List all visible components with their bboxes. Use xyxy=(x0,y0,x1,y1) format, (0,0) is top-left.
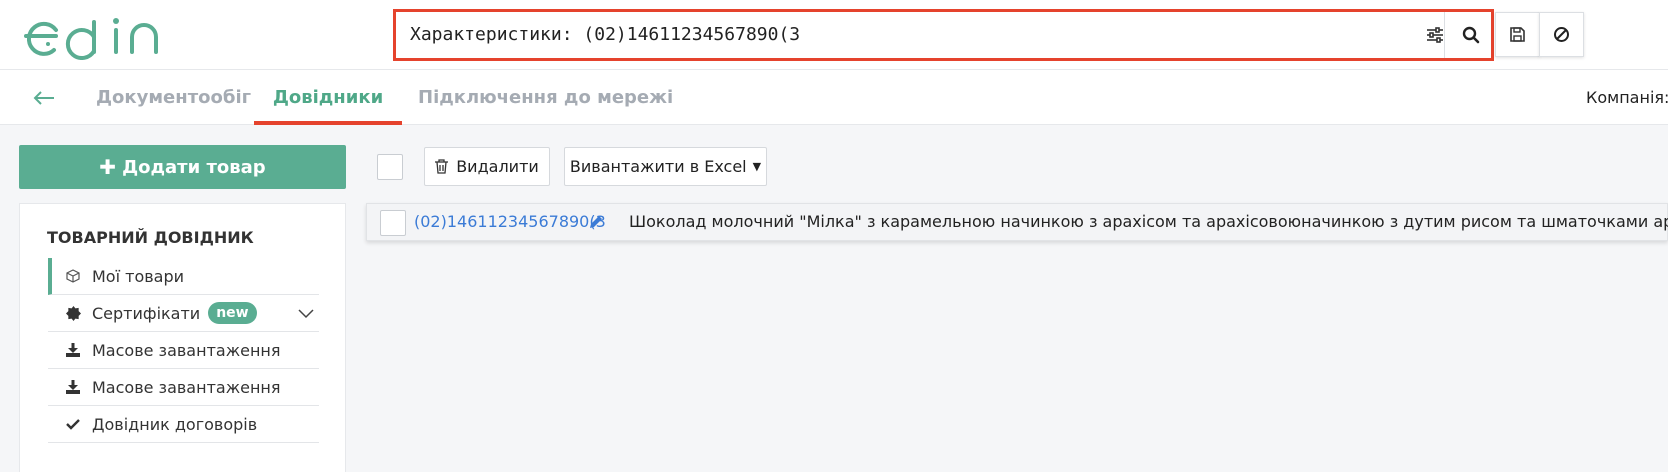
sidebar-item-my-products[interactable]: Мої товари xyxy=(48,258,319,295)
chevron-down-icon[interactable] xyxy=(297,304,315,322)
company-label: Компанія: xyxy=(1586,88,1668,107)
sidebar-item-bulk-upload[interactable]: Масове завантаження xyxy=(48,332,319,369)
sliders-icon xyxy=(1427,27,1443,43)
search-bar[interactable]: Характеристики: (02)14611234567890(3 xyxy=(393,9,1494,61)
floppy-disk-icon xyxy=(1510,27,1525,42)
search-input[interactable]: Характеристики: (02)14611234567890(3 xyxy=(410,12,800,58)
product-directory-panel: ТОВАРНИЙ ДОВІДНИК Мої товари Сертифікати… xyxy=(19,203,346,472)
checkmark-icon xyxy=(64,418,82,430)
new-badge: new xyxy=(208,302,257,324)
download-icon xyxy=(64,380,82,394)
caret-down-icon: ▼ xyxy=(752,160,762,173)
plus-icon: ✚ xyxy=(99,155,117,179)
edin-logo[interactable] xyxy=(20,10,175,60)
add-product-label: Додати товар xyxy=(122,156,266,178)
delete-button[interactable]: Видалити xyxy=(424,147,550,186)
app-header: Характеристики: (02)14611234567890(3 xyxy=(0,0,1668,70)
sidebar-item-certificates[interactable]: Сертифікати new xyxy=(48,295,319,332)
sidebar-item-label: Довідник договорів xyxy=(92,414,258,434)
search-button[interactable] xyxy=(1444,12,1496,58)
add-product-button[interactable]: ✚ Додати товар xyxy=(19,145,346,189)
product-name: Шоколад молочний "Мілка" з карамельною н… xyxy=(629,212,1668,231)
sidebar-item-label: Масове завантаження xyxy=(92,340,281,360)
select-all-checkbox[interactable] xyxy=(377,154,403,180)
sidebar-item-label: Мої товари xyxy=(92,266,185,286)
search-icon xyxy=(1462,26,1479,44)
export-label: Вивантажити в Excel xyxy=(569,157,747,176)
delete-label: Видалити xyxy=(456,157,539,176)
row-checkbox[interactable] xyxy=(380,210,406,236)
download-icon xyxy=(64,343,82,357)
product-code-link[interactable]: (02)14611234567890(3 xyxy=(414,204,606,240)
sidebar-item-label: Сертифікати xyxy=(92,303,201,323)
tab-documents[interactable]: Документообіг xyxy=(96,70,251,125)
ban-icon xyxy=(1554,27,1569,42)
certificate-icon xyxy=(64,305,82,321)
trash-icon xyxy=(435,159,449,174)
tab-network-connection[interactable]: Підключення до мережі xyxy=(418,70,673,125)
table-row[interactable]: (02)14611234567890(3 Шоколад молочний "М… xyxy=(366,203,1668,241)
tab-references[interactable]: Довідники xyxy=(254,70,402,125)
clear-search-button[interactable] xyxy=(1539,12,1584,57)
sidebar-item-bulk-upload-2[interactable]: Масове завантаження xyxy=(48,369,319,406)
sidebar-title: ТОВАРНИЙ ДОВІДНИК xyxy=(47,228,254,247)
arrow-left-icon xyxy=(33,91,54,105)
main-nav: Документообіг Довідники Підключення до м… xyxy=(0,70,1668,125)
back-button[interactable] xyxy=(30,84,58,112)
export-excel-dropdown[interactable]: Вивантажити в Excel ▼ xyxy=(564,147,767,186)
save-search-button[interactable] xyxy=(1495,12,1540,57)
pencil-icon[interactable] xyxy=(588,214,604,230)
cube-icon xyxy=(64,269,82,283)
sidebar-item-label: Масове завантаження xyxy=(92,377,281,397)
sidebar-item-contracts[interactable]: Довідник договорів xyxy=(48,406,319,443)
